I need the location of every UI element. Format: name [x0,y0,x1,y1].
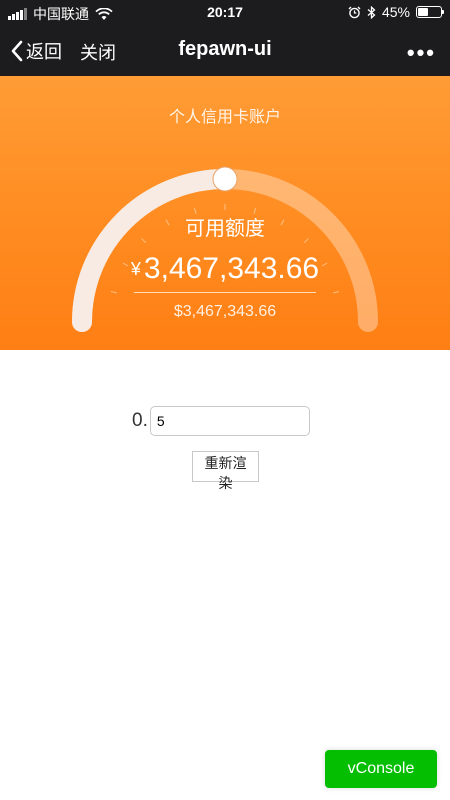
account-title: 个人信用卡账户 [168,109,281,126]
gauge-progress [72,169,235,332]
bluetooth-icon [367,5,376,19]
alarm-icon [348,6,361,18]
credit-account-panel: 个人信用卡账户 可用额度 ¥3,467,343.66 $3,467,343.66 [0,76,450,350]
nav-bar: 返回 关闭 fepawn-ui ••• [0,26,450,76]
available-credit-amount: ¥3,467,343.66 [0,252,450,286]
gauge-track [72,169,378,332]
status-bar: 中国联通 20:17 45% [0,0,450,26]
battery-icon [416,6,444,18]
decimal-input[interactable] [149,406,310,436]
vconsole-button[interactable]: vConsole [325,750,437,788]
gauge-tick [110,290,117,294]
battery-percent: 45% [381,4,410,20]
status-right: 45% [348,4,444,20]
rerender-button[interactable]: 重新渲染 [192,451,259,492]
currency-symbol: ¥ [130,259,141,279]
usd-amount: $3,467,343.66 [173,303,277,320]
value-form: 0. [132,406,310,436]
amount-divider [134,292,316,293]
page-title: fepawn-ui [178,38,272,60]
amount-value: 3,467,343.66 [143,252,320,285]
gauge-tick [333,290,340,294]
more-menu-button[interactable]: ••• [407,40,436,66]
gauge-knob [212,166,238,192]
decimal-prefix: 0. [132,410,148,431]
available-credit-label: 可用额度 [185,218,265,240]
